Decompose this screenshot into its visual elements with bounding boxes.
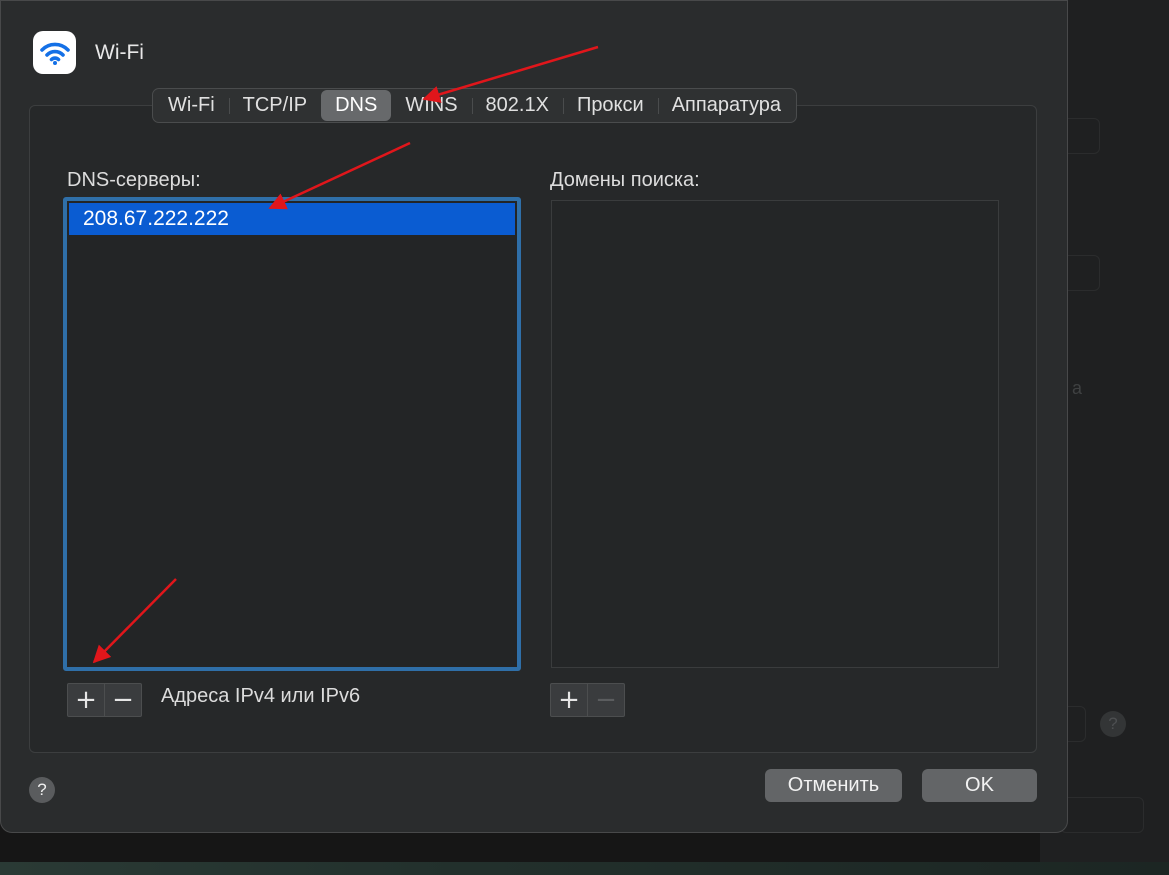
tab-8021x[interactable]: 802.1X	[471, 90, 563, 121]
network-settings-sheet: Wi-Fi Wi-Fi TCP/IP DNS WINS 802.1X Прокс…	[0, 0, 1068, 833]
search-domains-list[interactable]	[551, 200, 999, 668]
background-text: а	[1072, 378, 1083, 398]
dns-servers-list[interactable]: 208.67.222.222	[63, 197, 521, 671]
dns-remove-button[interactable]: −	[104, 684, 141, 716]
tab-bar: Wi-Fi TCP/IP DNS WINS 802.1X Прокси Аппа…	[152, 88, 798, 123]
dns-server-row[interactable]: 208.67.222.222	[69, 203, 515, 235]
search-domains-label: Домены поиска:	[550, 169, 700, 191]
dns-add-button[interactable]: +	[68, 684, 104, 716]
cancel-button[interactable]: Отменить	[765, 769, 902, 802]
domains-add-button[interactable]: +	[551, 684, 587, 716]
tab-wins[interactable]: WINS	[391, 90, 471, 121]
tab-hardware[interactable]: Аппаратура	[657, 90, 795, 121]
ok-button[interactable]: OK	[922, 769, 1037, 802]
tab-proxy[interactable]: Прокси	[562, 90, 658, 121]
help-icon[interactable]: ?	[29, 777, 55, 803]
tab-wifi[interactable]: Wi-Fi	[154, 90, 229, 121]
window-title: Wi-Fi	[95, 41, 144, 64]
background-help-icon: ?	[1100, 711, 1126, 737]
dns-hint-text: Адреса IPv4 или IPv6	[161, 685, 361, 707]
tab-dns[interactable]: DNS	[321, 90, 392, 121]
domains-add-remove-control: + −	[550, 683, 625, 717]
desktop-background	[0, 862, 1169, 875]
wifi-icon	[33, 31, 76, 74]
dns-add-remove-control: + −	[67, 683, 142, 717]
background-button	[1060, 797, 1144, 833]
domains-remove-button[interactable]: −	[587, 684, 624, 716]
tab-tcpip[interactable]: TCP/IP	[228, 90, 321, 121]
dns-servers-label: DNS-серверы:	[67, 169, 201, 191]
